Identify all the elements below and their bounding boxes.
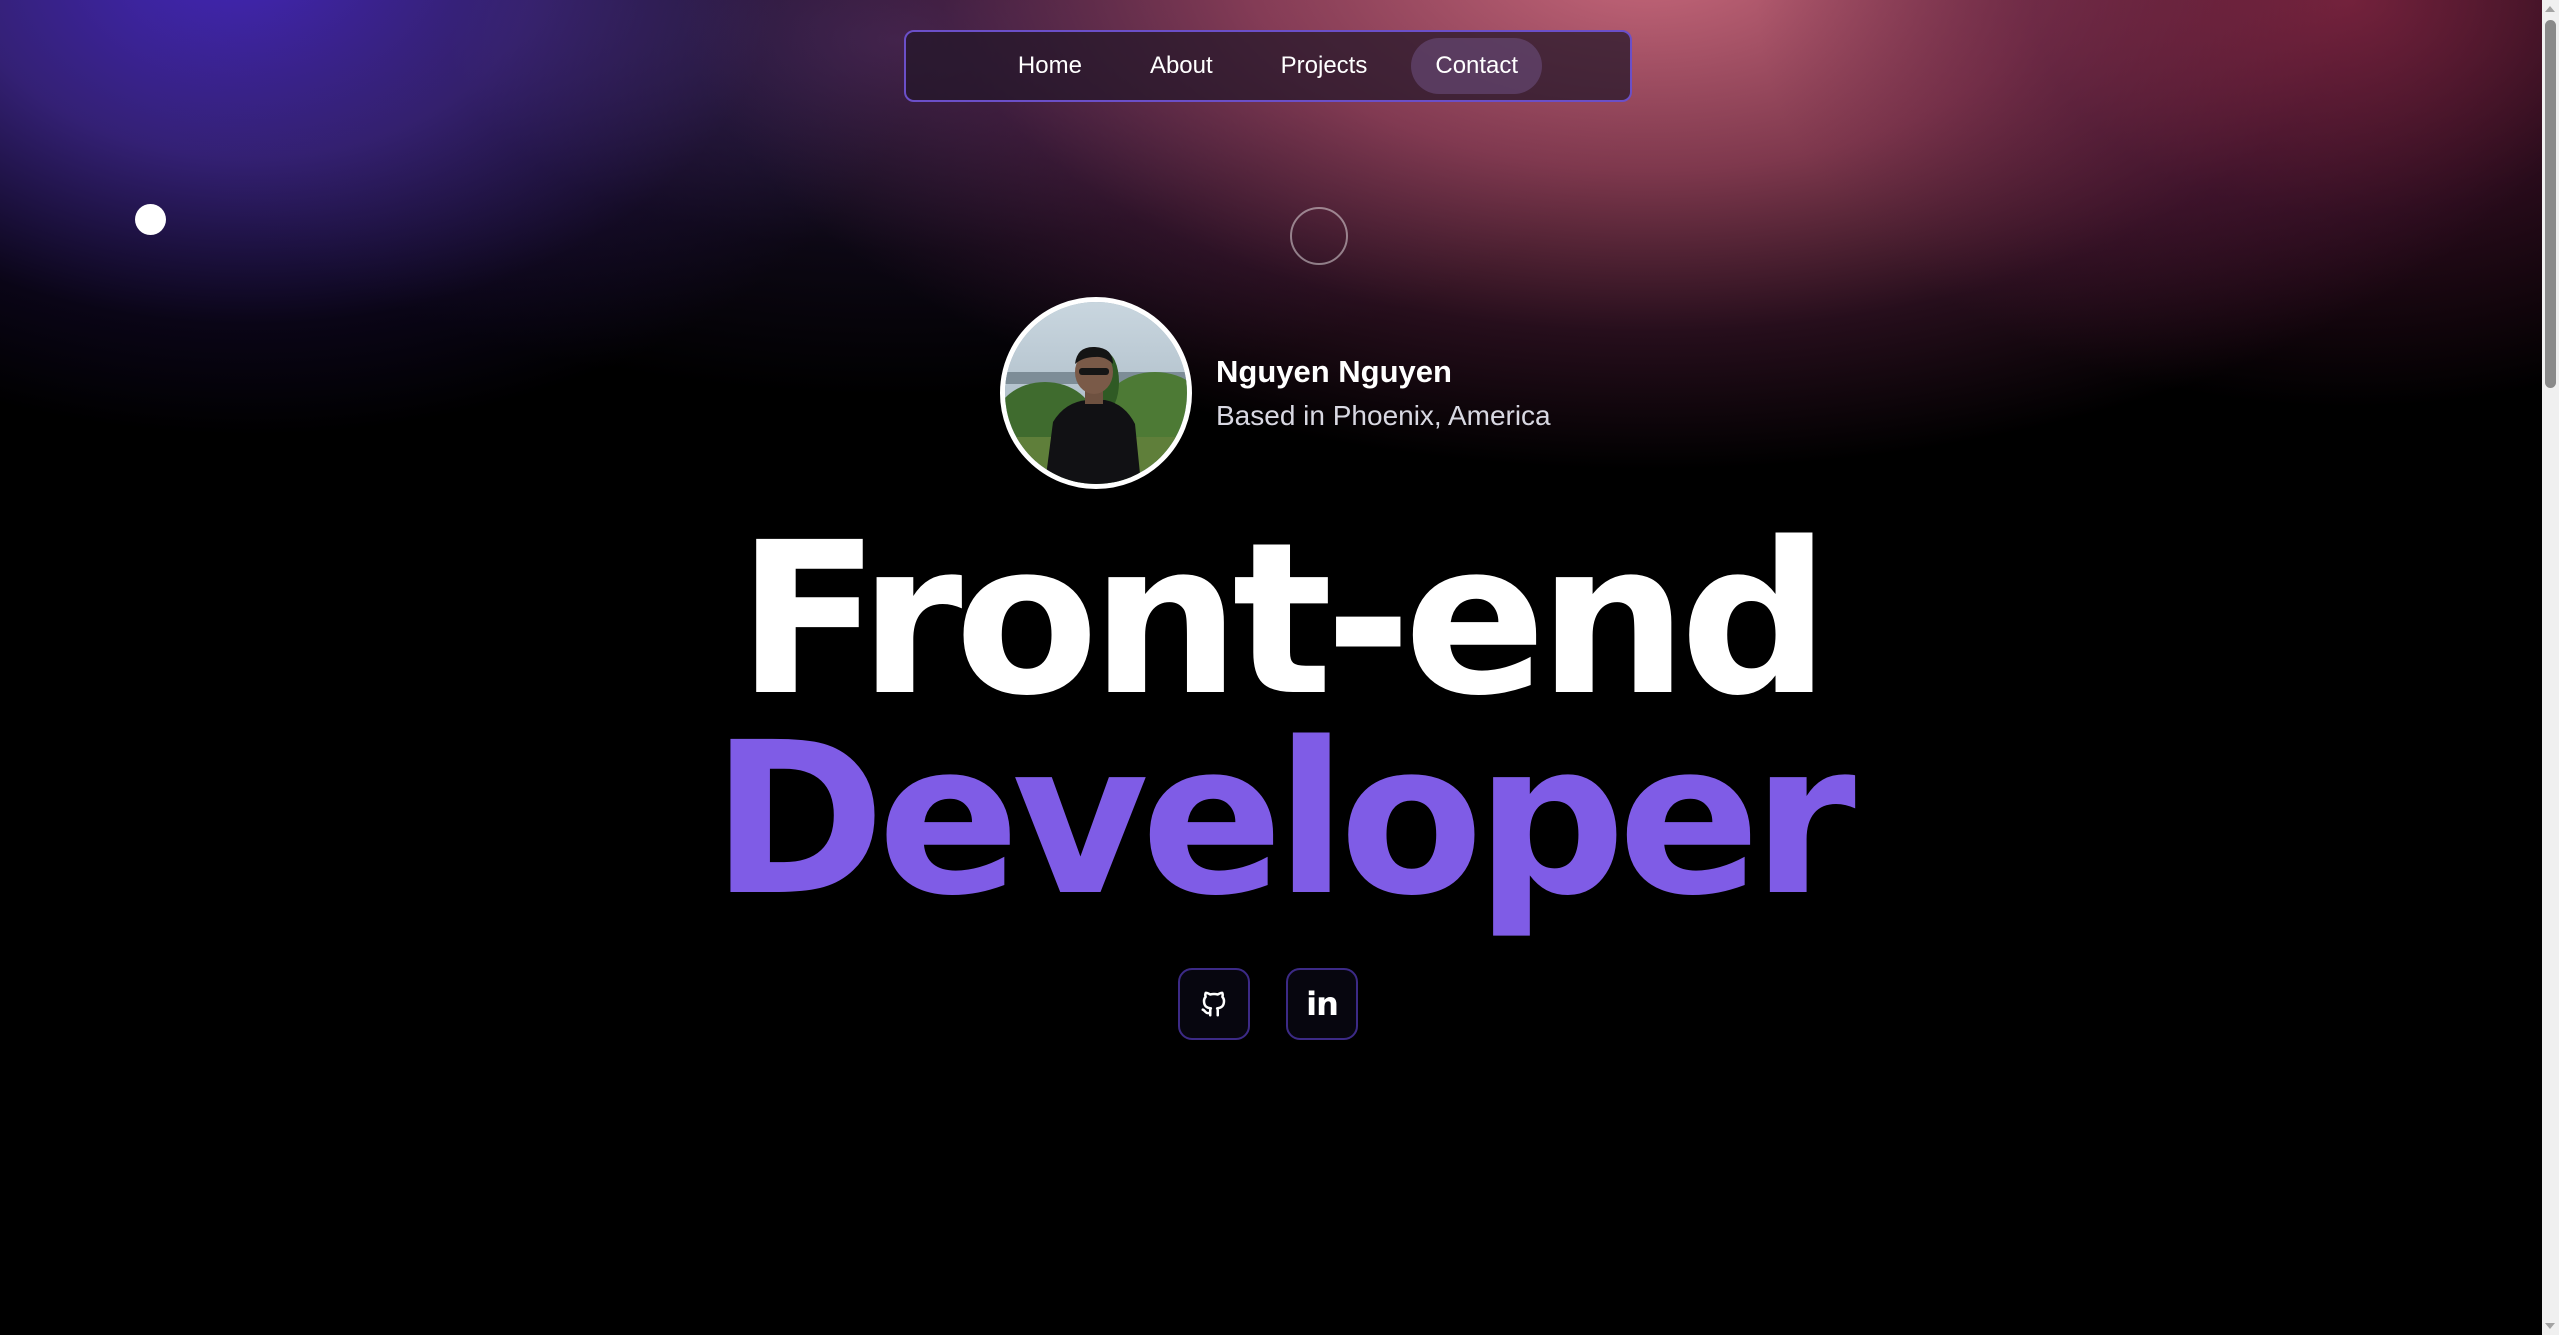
nav-contact[interactable]: Contact: [1411, 38, 1543, 94]
social-links: in: [1178, 968, 1358, 1040]
profile-text: Nguyen Nguyen Based in Phoenix, America: [1216, 353, 1551, 432]
profile-photo: [1005, 302, 1187, 484]
avatar: [1000, 297, 1192, 489]
linkedin-icon: in: [1306, 985, 1339, 1023]
cursor-dot: [135, 204, 166, 235]
page: Home About Projects Contact Nguyen Nguye…: [0, 0, 2559, 1335]
top-navigation: Home About Projects Contact: [904, 30, 1632, 102]
profile-name: Nguyen Nguyen: [1216, 353, 1452, 389]
vertical-scrollbar[interactable]: [2542, 0, 2559, 1335]
scroll-up-arrow-icon[interactable]: [2545, 6, 2555, 12]
github-button[interactable]: [1178, 968, 1250, 1040]
scroll-thumb[interactable]: [2545, 20, 2556, 388]
headline-front-end: Front-end: [736, 497, 1830, 742]
profile-card: Nguyen Nguyen Based in Phoenix, America: [1000, 297, 1551, 489]
headline-developer: Developer: [711, 697, 1856, 942]
github-icon: [1201, 991, 1226, 1017]
profile-location: Based in Phoenix, America: [1216, 399, 1551, 431]
cursor-ring: [1290, 207, 1348, 265]
linkedin-button[interactable]: in: [1286, 968, 1358, 1040]
nav-about[interactable]: About: [1126, 38, 1237, 94]
nav-projects[interactable]: Projects: [1257, 38, 1392, 94]
nav-home[interactable]: Home: [994, 38, 1106, 94]
scroll-down-arrow-icon[interactable]: [2545, 1323, 2555, 1329]
